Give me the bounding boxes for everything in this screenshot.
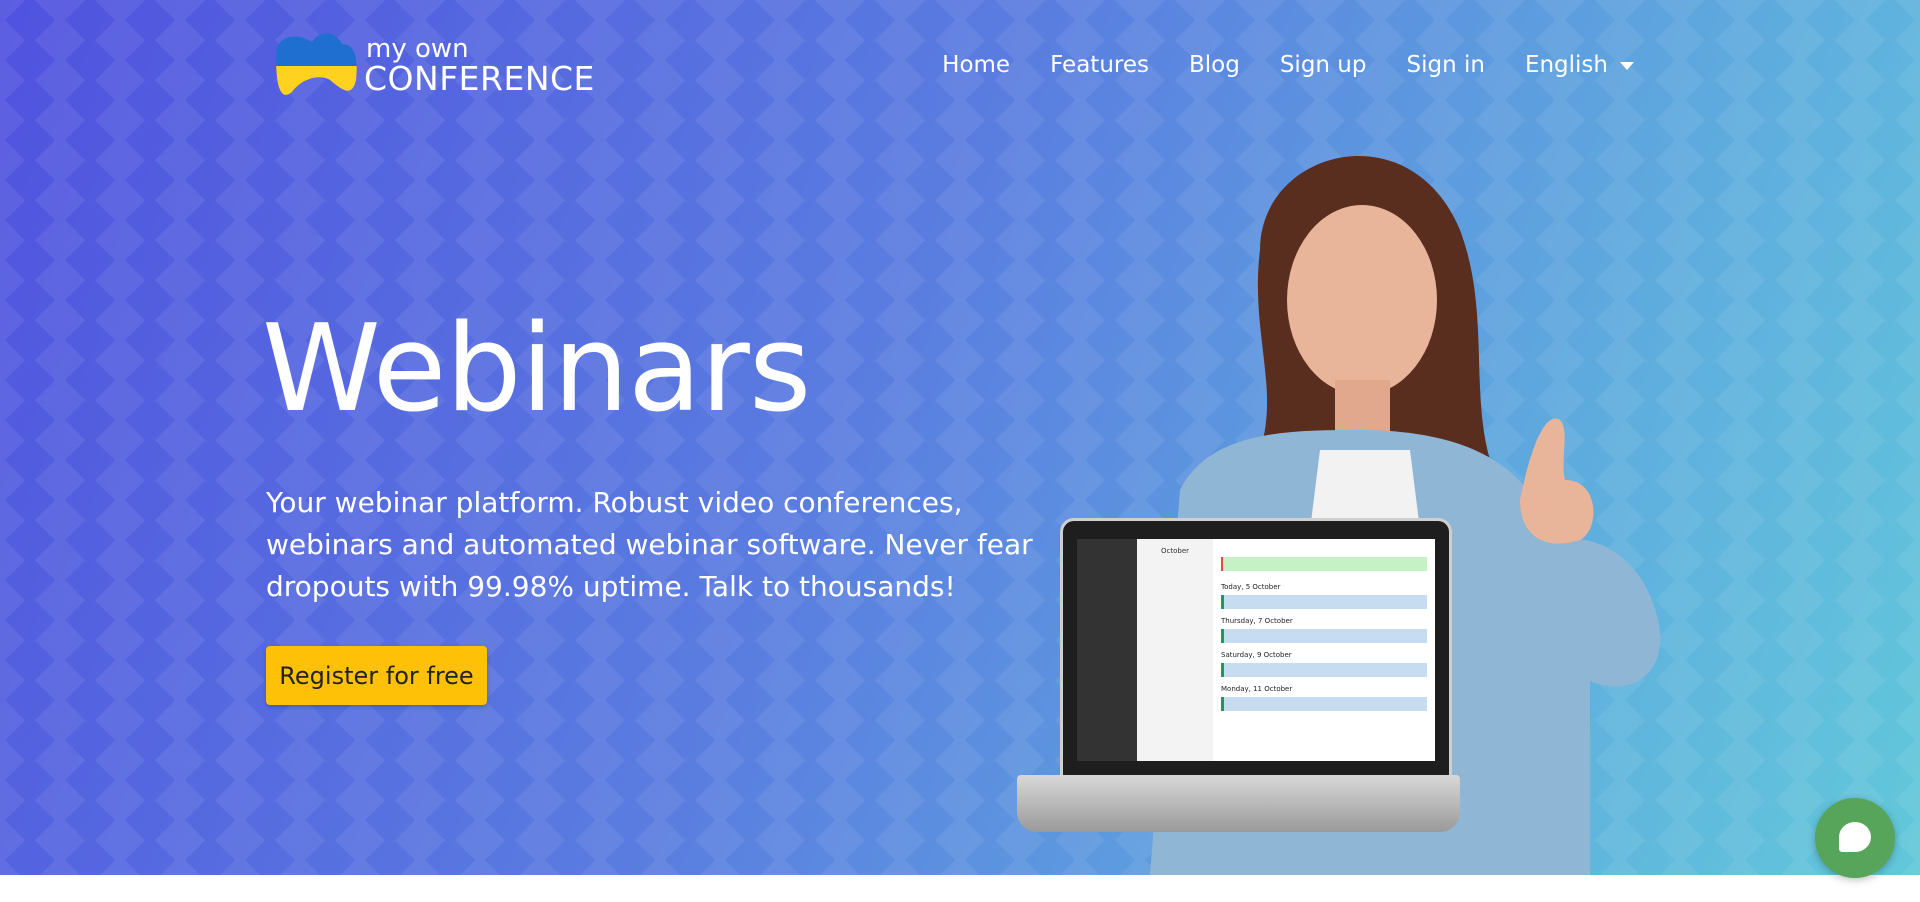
- app-sidebar: [1077, 539, 1137, 761]
- logo-mark-icon: [276, 33, 357, 95]
- register-button[interactable]: Register for free: [266, 646, 487, 705]
- app-schedule: Today, 5 October Thursday, 7 October Sat…: [1213, 539, 1435, 761]
- app-calendar: October: [1137, 539, 1213, 761]
- hero-section: my own CONFERENCE Home Features Blog Sig…: [0, 0, 1920, 875]
- laptop-base: [1017, 775, 1460, 832]
- nav-home[interactable]: Home: [942, 52, 1010, 78]
- laptop-screen: October Today, 5 October Thursday, 7 Oct…: [1077, 539, 1435, 761]
- nav-sign-up[interactable]: Sign up: [1280, 52, 1367, 78]
- logo-text-line1: my own: [366, 33, 469, 64]
- page-title: Webinars: [262, 300, 811, 439]
- language-dropdown[interactable]: English: [1525, 52, 1634, 78]
- hero-description: Your webinar platform. Robust video conf…: [266, 486, 1033, 603]
- nav-features[interactable]: Features: [1050, 52, 1149, 78]
- chat-button[interactable]: [1815, 798, 1895, 878]
- chat-bubble-icon: [1839, 822, 1871, 852]
- caret-down-icon: [1620, 61, 1634, 70]
- logo-text-line2: CONFERENCE: [364, 58, 595, 98]
- nav-sign-in[interactable]: Sign in: [1406, 52, 1484, 78]
- laptop-mockup: October Today, 5 October Thursday, 7 Oct…: [1060, 518, 1452, 778]
- main-nav: Home Features Blog Sign up Sign in Engli…: [942, 52, 1634, 78]
- logo[interactable]: my own CONFERENCE: [272, 30, 595, 100]
- language-label: English: [1524, 52, 1608, 78]
- schedule-day: Saturday, 9 October: [1221, 651, 1292, 659]
- schedule-day: Monday, 11 October: [1221, 685, 1293, 693]
- calendar-month: October: [1160, 547, 1189, 555]
- schedule-day: Today, 5 October: [1221, 583, 1281, 591]
- nav-blog[interactable]: Blog: [1189, 52, 1240, 78]
- schedule-day: Thursday, 7 October: [1221, 617, 1293, 625]
